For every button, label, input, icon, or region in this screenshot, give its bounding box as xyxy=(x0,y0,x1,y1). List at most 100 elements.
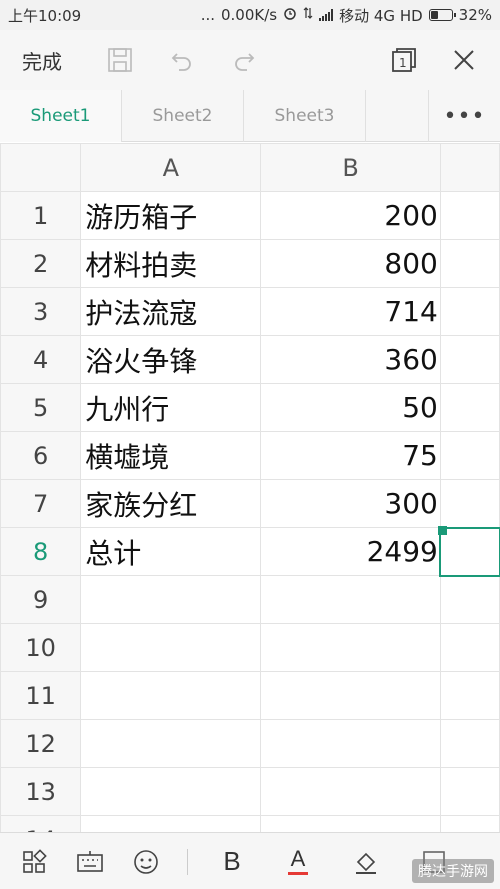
row-header[interactable]: 10 xyxy=(0,623,82,672)
row-header[interactable]: 5 xyxy=(0,383,82,432)
cell-c[interactable] xyxy=(439,239,500,288)
table-row: 6 横墟境 75 xyxy=(0,431,500,480)
alarm-icon xyxy=(283,6,297,24)
tab-sheet2[interactable]: Sheet2 xyxy=(122,90,244,142)
corner-cell[interactable] xyxy=(0,143,82,192)
cell-a[interactable]: 材料拍卖 xyxy=(80,239,262,288)
row-header[interactable]: 2 xyxy=(0,239,82,288)
cell-c[interactable] xyxy=(439,383,500,432)
cell-c[interactable] xyxy=(439,767,500,816)
row-header[interactable]: 4 xyxy=(0,335,82,384)
watermark: 腾达手游网 xyxy=(412,859,494,883)
column-header-c[interactable] xyxy=(439,143,500,192)
tab-sheet3[interactable]: Sheet3 xyxy=(244,90,366,142)
table-row: 7 家族分红 300 xyxy=(0,479,500,528)
cell-a[interactable] xyxy=(80,767,262,816)
cell-b[interactable] xyxy=(260,671,441,720)
table-row: 9 xyxy=(0,575,500,624)
cell-b[interactable]: 300 xyxy=(260,479,441,528)
table-row: 14 xyxy=(0,815,500,832)
voice-assistant-icon[interactable] xyxy=(124,833,168,889)
row-header[interactable]: 1 xyxy=(0,191,82,240)
cell-c[interactable] xyxy=(439,191,500,240)
selection-handle[interactable] xyxy=(438,526,447,535)
cell-a[interactable]: 家族分红 xyxy=(80,479,262,528)
cell-b[interactable] xyxy=(260,767,441,816)
row-header[interactable]: 8 xyxy=(0,527,82,576)
cell-c[interactable] xyxy=(439,526,500,577)
row-header[interactable]: 3 xyxy=(0,287,82,336)
cell-b[interactable] xyxy=(260,623,441,672)
undo-icon[interactable] xyxy=(160,30,204,90)
cell-a[interactable] xyxy=(80,623,262,672)
cell-c[interactable] xyxy=(439,575,500,624)
table-row: 2 材料拍卖 800 xyxy=(0,239,500,288)
window-switch-icon[interactable]: 1 xyxy=(382,30,426,90)
cell-c[interactable] xyxy=(439,479,500,528)
cell-c[interactable] xyxy=(439,623,500,672)
cell-a[interactable]: 总计 xyxy=(80,527,262,576)
network-speed: 0.00K/s xyxy=(221,6,278,24)
cell-b[interactable]: 75 xyxy=(260,431,441,480)
save-icon[interactable] xyxy=(98,30,142,90)
cell-c[interactable] xyxy=(439,719,500,768)
cell-a[interactable] xyxy=(80,815,262,832)
fill-color-icon[interactable] xyxy=(344,833,388,889)
row-header[interactable]: 12 xyxy=(0,719,82,768)
cell-c[interactable] xyxy=(439,431,500,480)
status-dots: ... xyxy=(200,6,215,24)
cell-c[interactable] xyxy=(439,335,500,384)
row-header[interactable]: 11 xyxy=(0,671,82,720)
row-header[interactable]: 9 xyxy=(0,575,82,624)
cell-b[interactable]: 714 xyxy=(260,287,441,336)
cell-b[interactable]: 200 xyxy=(260,191,441,240)
keyboard-icon[interactable] xyxy=(68,833,112,889)
cell-a[interactable]: 浴火争锋 xyxy=(80,335,262,384)
font-color-button[interactable]: A xyxy=(276,833,320,889)
status-bar: 上午10:09 ... 0.00K/s 移动 4G HD 32% xyxy=(0,0,500,30)
cell-b[interactable]: 360 xyxy=(260,335,441,384)
redo-icon[interactable] xyxy=(222,30,266,90)
cell-c[interactable] xyxy=(439,671,500,720)
cell-b[interactable] xyxy=(260,719,441,768)
font-color-swatch xyxy=(288,872,308,875)
status-time: 上午10:09 xyxy=(8,6,82,25)
cell-c[interactable] xyxy=(439,287,500,336)
cell-a[interactable] xyxy=(80,575,262,624)
column-header-a[interactable]: A xyxy=(80,143,262,192)
cell-b[interactable]: 50 xyxy=(260,383,441,432)
cell-a[interactable]: 游历箱子 xyxy=(80,191,262,240)
cell-b[interactable] xyxy=(260,815,441,832)
data-arrows-icon xyxy=(303,6,313,24)
done-button[interactable]: 完成 xyxy=(22,46,62,75)
cell-a[interactable] xyxy=(80,671,262,720)
battery-percent: 32% xyxy=(458,6,492,24)
row-header[interactable]: 13 xyxy=(0,767,82,816)
row-header[interactable]: 14 xyxy=(0,815,82,832)
more-menu-button[interactable]: ••• xyxy=(428,90,500,142)
cell-a[interactable]: 护法流寇 xyxy=(80,287,262,336)
signal-icon xyxy=(319,9,334,21)
cell-b[interactable] xyxy=(260,575,441,624)
cell-a[interactable] xyxy=(80,719,262,768)
grid-apps-icon[interactable] xyxy=(12,833,56,889)
close-icon[interactable] xyxy=(442,30,486,90)
table-row: 11 xyxy=(0,671,500,720)
row-header[interactable]: 6 xyxy=(0,431,82,480)
carrier-label: 移动 4G HD xyxy=(339,6,423,25)
row-header[interactable]: 7 xyxy=(0,479,82,528)
tab-sheet1[interactable]: Sheet1 xyxy=(0,90,122,142)
font-color-label: A xyxy=(290,846,306,871)
cell-c[interactable] xyxy=(439,815,500,832)
bottom-toolbar: B A 腾达手游网 xyxy=(0,832,500,889)
cell-b[interactable]: 2499 xyxy=(260,527,441,576)
cell-a[interactable]: 横墟境 xyxy=(80,431,262,480)
battery-icon xyxy=(428,9,456,21)
bold-button[interactable]: B xyxy=(210,833,254,889)
cell-b[interactable]: 800 xyxy=(260,239,441,288)
cell-a[interactable]: 九州行 xyxy=(80,383,262,432)
column-header-b[interactable]: B xyxy=(260,143,441,192)
table-row: 13 xyxy=(0,767,500,816)
table-row: 10 xyxy=(0,623,500,672)
spreadsheet-grid[interactable]: A B 1 游历箱子 200 2 材料拍卖 800 3 护法流寇 714 4 浴火争锋 360 5 九州行… xyxy=(0,143,500,832)
